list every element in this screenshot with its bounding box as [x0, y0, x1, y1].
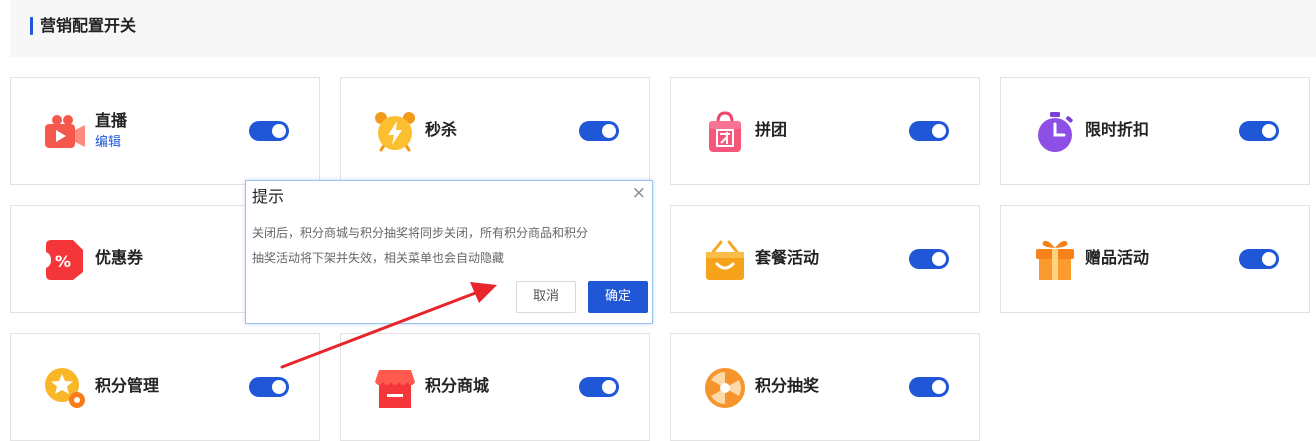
seckill-toggle[interactable]: [579, 121, 619, 141]
toggle-knob: [602, 124, 616, 138]
toggle-knob: [602, 380, 616, 394]
card-label: 套餐活动: [755, 248, 820, 267]
points-manage-toggle[interactable]: [249, 377, 289, 397]
live-toggle[interactable]: [249, 121, 289, 141]
alarm-clock-icon: [373, 110, 417, 154]
card-points-lottery: 积分抽奖: [670, 333, 980, 441]
limited-discount-toggle[interactable]: [1239, 121, 1279, 141]
toggle-knob: [932, 252, 946, 266]
star-badge-icon: [43, 366, 87, 410]
package-toggle[interactable]: [909, 249, 949, 269]
card-label: 赠品活动: [1085, 248, 1150, 267]
section-title: 营销配置开关: [40, 16, 137, 35]
card-label: 秒杀: [425, 120, 458, 139]
card-label: 积分抽奖: [755, 376, 820, 395]
edit-link[interactable]: 编辑: [95, 134, 121, 152]
group-toggle[interactable]: [909, 121, 949, 141]
toggle-knob: [932, 124, 946, 138]
stopwatch-icon: [1033, 110, 1077, 154]
card-points-manage: 积分管理: [10, 333, 320, 441]
live-camera-icon: [43, 110, 87, 154]
card-points-mall: 积分商城: [340, 333, 650, 441]
card-label: 积分商城: [425, 376, 490, 395]
card-label: 直播: [95, 111, 128, 130]
card-label: 限时折扣: [1085, 120, 1150, 139]
section-accent-bar: [30, 17, 33, 35]
card-limited-discount: 限时折扣: [1000, 77, 1310, 185]
toggle-knob: [272, 124, 286, 138]
card-label: 积分管理: [95, 376, 160, 395]
basket-icon: [703, 238, 747, 282]
store-icon: [373, 366, 417, 410]
shopping-bag-icon: [703, 110, 747, 154]
card-group: 拼团: [670, 77, 980, 185]
card-live: 直播 编辑: [10, 77, 320, 185]
dialog-message-line-2: 抽奖活动将下架并失效，相关菜单也会自动隐藏: [252, 251, 505, 265]
card-label: 优惠券: [95, 248, 144, 267]
confirm-button[interactable]: 确定: [588, 281, 648, 313]
toggle-knob: [1262, 252, 1276, 266]
card-gift: 赠品活动: [1000, 205, 1310, 313]
dialog-message: 关闭后，积分商城与积分抽奖将同步关闭，所有积分商品和积分 抽奖活动将下架并失效，…: [252, 221, 648, 271]
toggle-knob: [272, 380, 286, 394]
dialog-title: 提示: [252, 187, 285, 206]
card-label: 拼团: [755, 120, 788, 139]
gift-toggle[interactable]: [1239, 249, 1279, 269]
cancel-button[interactable]: 取消: [516, 281, 576, 313]
toggle-knob: [1262, 124, 1276, 138]
coupon-icon: %: [43, 238, 87, 282]
points-mall-toggle[interactable]: [579, 377, 619, 397]
toggle-knob: [932, 380, 946, 394]
card-package: 套餐活动: [670, 205, 980, 313]
confirm-dialog: 提示 × 关闭后，积分商城与积分抽奖将同步关闭，所有积分商品和积分 抽奖活动将下…: [245, 180, 653, 324]
svg-text:%: %: [55, 252, 71, 271]
points-lottery-toggle[interactable]: [909, 377, 949, 397]
card-seckill: 秒杀: [340, 77, 650, 185]
close-icon[interactable]: ×: [632, 183, 646, 203]
gift-box-icon: [1033, 238, 1077, 282]
dialog-message-line-1: 关闭后，积分商城与积分抽奖将同步关闭，所有积分商品和积分: [252, 226, 589, 240]
prize-wheel-icon: [703, 366, 747, 410]
section-header: 营销配置开关: [10, 0, 1316, 57]
